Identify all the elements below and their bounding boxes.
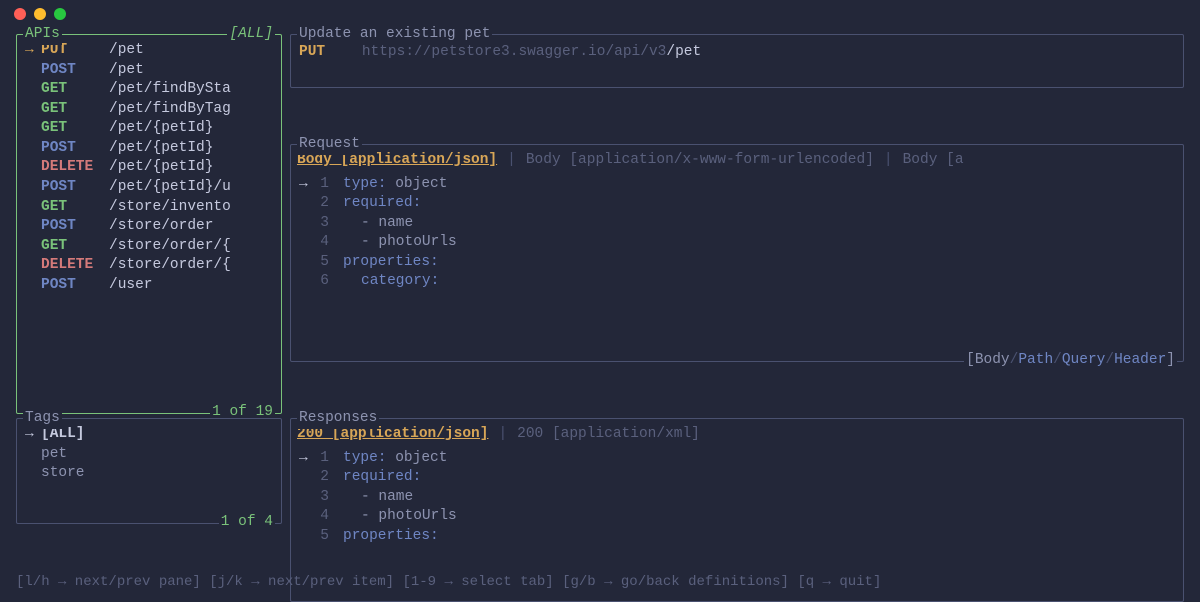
selector-arrow-icon	[25, 445, 41, 465]
line-number: 6	[315, 272, 343, 292]
api-method: POST	[41, 217, 109, 237]
tag-list-item[interactable]: →[ALL]	[25, 425, 273, 445]
code-line: 2required:	[299, 194, 1175, 214]
tab[interactable]: Body [application/x-www-form-urlencoded]	[526, 151, 874, 171]
request-footer-nav: [Body/Path/Query/Header]	[964, 351, 1177, 371]
api-method: DELETE	[41, 158, 109, 178]
api-method: POST	[41, 178, 109, 198]
api-path: /pet/{petId}	[109, 119, 213, 139]
api-method: GET	[41, 198, 109, 218]
api-path: /pet/findBySta	[109, 80, 231, 100]
api-path: /store/order/{	[109, 237, 231, 257]
operation-endpoint: /pet	[666, 44, 701, 60]
api-method: GET	[41, 100, 109, 120]
api-path: /pet/{petId}/u	[109, 178, 231, 198]
api-method: POST	[41, 276, 109, 296]
line-number: 3	[315, 214, 343, 234]
api-method: DELETE	[41, 256, 109, 276]
code-line: 5properties:	[299, 527, 1175, 547]
line-number: 4	[315, 507, 343, 527]
code-line: 4- photoUrls	[299, 507, 1175, 527]
window-titlebar	[0, 0, 1200, 28]
line-number: 5	[315, 527, 343, 547]
operation-header: Update an existing pet PUT https://petst…	[290, 34, 1184, 88]
code-line: →1type: object	[299, 449, 1175, 469]
api-list-item[interactable]: POST/store/order	[25, 217, 273, 237]
line-arrow-icon: →	[299, 175, 315, 195]
apis-filter: [ALL]	[227, 25, 275, 45]
code-line: 4- photoUrls	[299, 233, 1175, 253]
tag-label: store	[41, 464, 85, 484]
api-path: /store/invento	[109, 198, 231, 218]
code-line: 3- name	[299, 488, 1175, 508]
responses-tabs[interactable]: 200 [application/json]|200 [application/…	[297, 425, 1175, 445]
api-path: /pet/{petId}	[109, 139, 213, 159]
code-line: 6category:	[299, 272, 1175, 292]
api-path: /pet	[109, 61, 144, 81]
tag-label: pet	[41, 445, 67, 465]
line-number: 1	[315, 175, 343, 195]
line-number: 2	[315, 194, 343, 214]
request-panel[interactable]: Request Body [application/json]|Body [ap…	[290, 144, 1184, 362]
close-icon[interactable]	[14, 8, 26, 20]
api-list-item[interactable]: POST/user	[25, 276, 273, 296]
tab[interactable]: Body [a	[903, 151, 964, 171]
api-method: GET	[41, 119, 109, 139]
api-list-item[interactable]: GET/pet/{petId}	[25, 119, 273, 139]
line-arrow-icon: →	[299, 449, 315, 469]
tags-footer: 1 of 4	[219, 513, 275, 533]
api-list-item[interactable]: POST/pet/{petId}/u	[25, 178, 273, 198]
tags-title: Tags	[23, 409, 62, 429]
minimize-icon[interactable]	[34, 8, 46, 20]
line-number: 5	[315, 253, 343, 273]
line-number: 2	[315, 468, 343, 488]
tags-panel[interactable]: Tags →[ALL]petstore 1 of 4	[16, 418, 282, 524]
operation-method: PUT	[299, 44, 325, 60]
api-path: /pet/findByTag	[109, 100, 231, 120]
line-number: 1	[315, 449, 343, 469]
apis-title: APIs	[23, 25, 62, 45]
api-path: /pet/{petId}	[109, 158, 213, 178]
api-path: /pet	[109, 41, 144, 61]
api-method: POST	[41, 139, 109, 159]
api-method: GET	[41, 80, 109, 100]
api-path: /store/order/{	[109, 256, 231, 276]
zoom-icon[interactable]	[54, 8, 66, 20]
apis-panel[interactable]: APIs [ALL] →PUT/petPOST/petGET/pet/findB…	[16, 34, 282, 414]
code-line: 3- name	[299, 214, 1175, 234]
api-list-item[interactable]: GET/pet/findBySta	[25, 80, 273, 100]
line-number: 3	[315, 488, 343, 508]
api-list-item[interactable]: DELETE/pet/{petId}	[25, 158, 273, 178]
api-method: POST	[41, 61, 109, 81]
code-line: →1type: object	[299, 175, 1175, 195]
tab[interactable]: 200 [application/xml]	[517, 425, 700, 445]
code-line: 5properties:	[299, 253, 1175, 273]
api-list-item[interactable]: POST/pet	[25, 61, 273, 81]
tag-list-item[interactable]: store	[25, 464, 273, 484]
api-method: GET	[41, 237, 109, 257]
selector-arrow-icon	[25, 464, 41, 484]
help-bar: [l/h → next/prev pane] [j/k → next/prev …	[16, 573, 1184, 592]
code-line: 2required:	[299, 468, 1175, 488]
line-number: 4	[315, 233, 343, 253]
api-list-item[interactable]: GET/store/order/{	[25, 237, 273, 257]
responses-title: Responses	[297, 409, 379, 429]
api-list-item[interactable]: POST/pet/{petId}	[25, 139, 273, 159]
api-list-item[interactable]: GET/pet/findByTag	[25, 100, 273, 120]
request-tabs[interactable]: Body [application/json]|Body [applicatio…	[297, 151, 1175, 171]
api-list-item[interactable]: GET/store/invento	[25, 198, 273, 218]
request-title: Request	[297, 135, 362, 155]
api-path: /store/order	[109, 217, 213, 237]
tag-list-item[interactable]: pet	[25, 445, 273, 465]
operation-title: Update an existing pet	[297, 25, 492, 45]
operation-host: https://petstore3.swagger.io/api/v3	[362, 44, 667, 60]
api-list-item[interactable]: DELETE/store/order/{	[25, 256, 273, 276]
api-path: /user	[109, 276, 153, 296]
